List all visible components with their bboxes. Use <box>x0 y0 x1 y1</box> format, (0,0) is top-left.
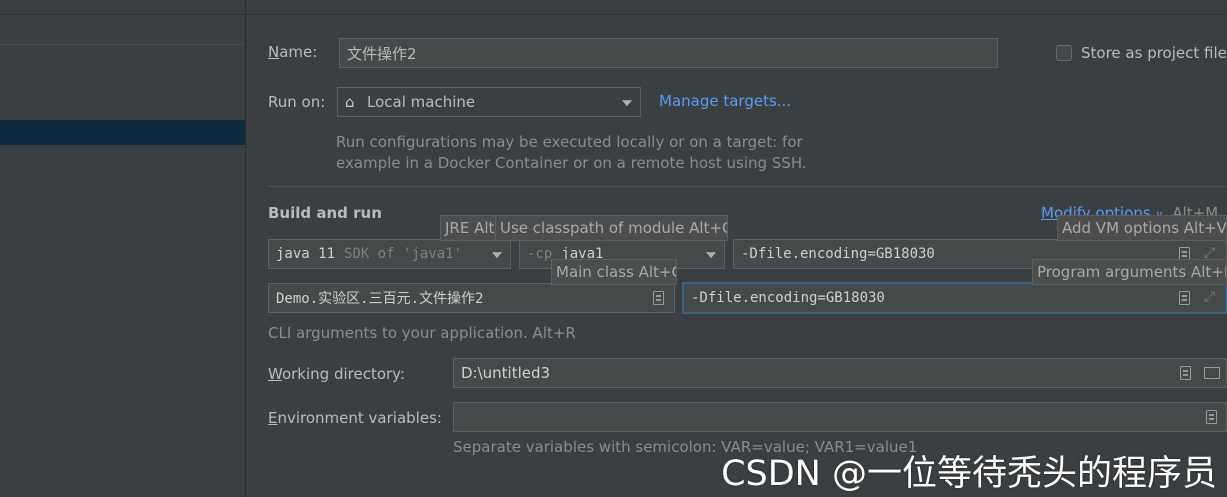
working-directory-value: D:\untitled3 <box>461 364 551 382</box>
tree-divider-top <box>0 14 245 15</box>
section-separator <box>268 186 1227 187</box>
chevron-down-icon[interactable] <box>622 100 632 107</box>
main-class-shortcut-tooltip: Main class Alt+C <box>551 259 677 285</box>
run-on-label: Run on: <box>268 93 326 111</box>
document-icon[interactable] <box>1179 291 1190 305</box>
name-label: Name: <box>268 43 318 61</box>
main-class-field[interactable]: Demo.实验区.三百元.文件操作2 <box>268 283 675 313</box>
working-directory-field[interactable]: D:\untitled3 <box>453 358 1227 388</box>
home-icon: ⌂ <box>345 93 355 111</box>
program-arguments-tooltip: Program arguments Alt+R <box>1032 259 1227 285</box>
jre-combo[interactable]: java 11 SDK of 'java1' <box>268 239 511 269</box>
browse-class-icon[interactable] <box>653 291 664 305</box>
classpath-shortcut-tooltip: Use classpath of module Alt+O <box>495 215 728 241</box>
folder-icon[interactable] <box>1204 367 1220 379</box>
environment-variables-field[interactable] <box>453 402 1227 432</box>
run-on-value: Local machine <box>367 93 476 111</box>
manage-targets-link[interactable]: Manage targets... <box>659 92 791 110</box>
add-vm-options-tooltip: Add VM options Alt+V <box>1057 215 1227 241</box>
chevron-down-icon[interactable] <box>492 252 502 259</box>
run-on-description-line2: example in a Docker Container or on a re… <box>336 154 807 172</box>
macro-icon[interactable] <box>1180 366 1191 380</box>
jre-value: java 11 <box>276 246 336 262</box>
expand-icon[interactable]: ⤢ <box>1204 290 1218 304</box>
watermark: CSDN @一位等待秃头的程序员 <box>721 454 1217 494</box>
program-arguments-field[interactable]: -Dfile.encoding=GB18030 <box>682 282 1227 314</box>
name-value: 文件操作2 <box>347 44 417 63</box>
configuration-tree-panel <box>0 0 246 497</box>
jre-hint: SDK of 'java1' <box>344 246 463 262</box>
name-field[interactable]: 文件操作2 <box>339 38 998 68</box>
main-class-value: Demo.实验区.三百元.文件操作2 <box>276 291 484 307</box>
run-on-combo[interactable]: ⌂ Local machine <box>337 87 641 117</box>
jre-shortcut-tooltip: JRE Alt <box>440 215 498 241</box>
document-icon[interactable] <box>1206 410 1217 424</box>
program-arguments-value: -Dfile.encoding=GB18030 <box>691 290 885 306</box>
environment-variables-label: Environment variables: <box>268 409 442 427</box>
top-strip <box>246 0 1227 15</box>
store-as-project-file-checkbox[interactable] <box>1056 45 1072 61</box>
vm-options-value: -Dfile.encoding=GB18030 <box>741 246 935 262</box>
run-on-description-line1: Run configurations may be executed local… <box>336 133 803 151</box>
tree-divider <box>0 44 245 45</box>
working-directory-label: Working directory: <box>268 365 406 383</box>
cli-arguments-hint: CLI arguments to your application. Alt+R <box>268 324 576 342</box>
store-as-project-file-label[interactable]: Store as project file <box>1081 44 1227 62</box>
expand-icon[interactable]: ⤢ <box>1204 246 1218 260</box>
classpath-prefix: -cp <box>527 246 553 262</box>
chevron-down-icon[interactable] <box>706 252 716 259</box>
tree-selected-item[interactable] <box>0 120 245 145</box>
build-and-run-heading: Build and run <box>268 204 382 222</box>
